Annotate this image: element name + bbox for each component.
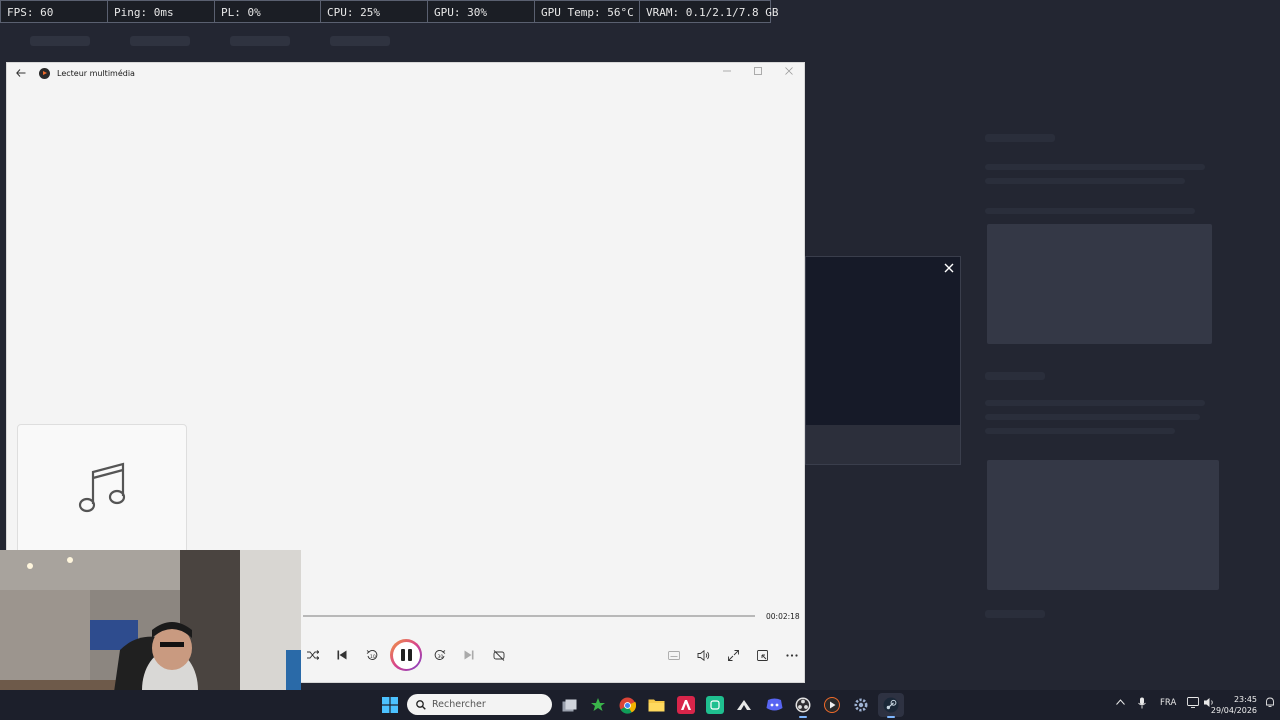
notification-icon[interactable] [1265,697,1275,711]
background-nav-item [130,36,190,46]
skip-forward-30-icon[interactable]: 30 [430,643,450,667]
windows-start-icon[interactable] [381,696,399,714]
background-dialog [805,256,961,465]
microphone-icon[interactable] [1138,697,1146,712]
background-image [987,460,1219,590]
search-icon [416,699,426,710]
app-green-icon[interactable] [589,696,607,714]
media-player-icon [39,67,50,79]
background-text [985,400,1205,406]
minimize-icon[interactable] [711,63,742,83]
taskbar-search[interactable]: Rechercher [407,694,552,715]
close-icon[interactable] [944,261,954,277]
clock-time: 23:45 [1233,695,1257,704]
background-text [985,134,1055,142]
ping-readout: Ping: 0ms [108,1,215,22]
cpu-readout: CPU: 25% [321,1,428,22]
arrow-left-icon[interactable] [7,66,35,80]
green-app-icon[interactable] [706,696,724,714]
settings-icon[interactable] [852,696,870,714]
maximize-icon[interactable] [742,63,773,83]
chevron-up-icon[interactable] [1116,698,1125,708]
background-text [985,414,1200,420]
gpu-temp-readout: GPU Temp: 56°C [535,1,640,22]
skip-back-label: 10 [370,654,376,660]
pause-button[interactable] [390,639,422,671]
volume-icon[interactable] [693,643,713,667]
background-nav-item [230,36,290,46]
taskbar: Rechercher FRA 23:45 29/04/2026 [0,690,1280,720]
packet-loss-readout: PL: 0% [215,1,321,22]
performance-overlay: FPS: 60 Ping: 0ms PL: 0% CPU: 25% GPU: 3… [0,0,779,23]
background-text [985,428,1175,434]
background-text [985,178,1185,184]
window-controls [711,63,804,83]
captions-icon[interactable] [664,643,684,667]
alienware-icon[interactable] [735,696,753,714]
running-indicator [887,716,895,718]
duration-label: 00:02:18 [766,612,800,621]
background-text [985,372,1045,380]
background-side-panel [965,104,1235,704]
file-explorer-icon[interactable] [647,696,665,714]
task-view-icon[interactable] [560,696,578,714]
chrome-icon[interactable] [618,696,636,714]
seek-bar[interactable] [303,615,755,617]
fullscreen-icon[interactable] [723,643,743,667]
adobe-icon[interactable] [677,696,695,714]
language-indicator[interactable]: FRA [1160,698,1176,708]
obs-icon[interactable] [794,696,812,714]
dialog-content [806,257,960,425]
running-indicator [799,716,807,718]
repeat-off-icon[interactable] [489,643,509,667]
background-text [985,610,1045,618]
title-bar: Lecteur multimédia [7,63,804,83]
background-text [985,208,1195,214]
album-art [17,424,187,554]
more-options-icon[interactable] [782,643,802,667]
background-nav-item [330,36,390,46]
mini-player-icon[interactable] [752,643,772,667]
background-nav [30,36,390,46]
discord-icon[interactable] [765,696,783,714]
pause-icon [392,641,420,669]
music-note-icon [77,458,127,520]
vram-readout: VRAM: 0.1/2.1/7.8 GB [646,6,779,19]
background-nav-item [30,36,90,46]
steam-icon[interactable] [878,693,904,717]
skip-back-10-icon[interactable]: 10 [362,643,382,667]
search-placeholder: Rechercher [432,699,486,710]
media-player-icon[interactable] [823,696,841,714]
skip-forward-label: 30 [438,654,444,660]
background-text [985,164,1205,170]
next-track-icon[interactable] [459,643,479,667]
gpu-readout: GPU: 30% [428,1,535,22]
background-image [987,224,1212,344]
network-icon[interactable] [1187,697,1199,711]
clock-date: 29/04/2026 [1210,706,1257,715]
system-clock[interactable]: 23:45 29/04/2026 [1211,694,1257,716]
previous-track-icon[interactable] [332,643,352,667]
shuffle-icon[interactable] [303,643,323,667]
window-title: Lecteur multimédia [57,68,135,78]
fps-readout: FPS: 60 [1,1,108,22]
close-icon[interactable] [773,63,804,83]
